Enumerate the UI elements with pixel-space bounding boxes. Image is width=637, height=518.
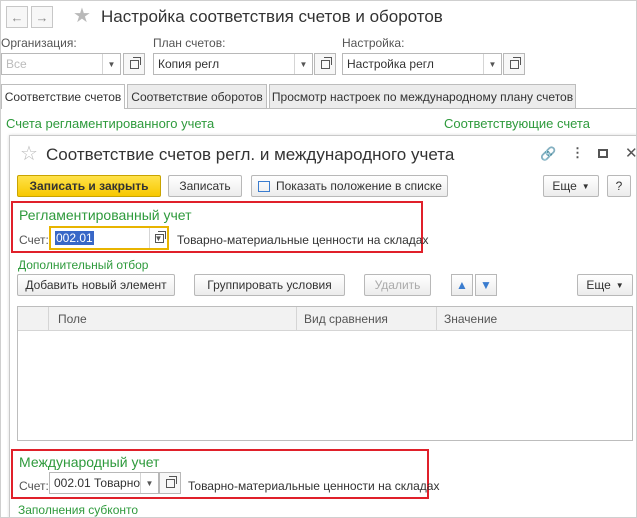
chevron-down-icon[interactable]: ▼ — [294, 54, 312, 74]
back-button[interactable]: ← — [6, 6, 28, 28]
tab-turnovers[interactable]: Соответствие оборотов — [127, 84, 267, 108]
open-icon — [165, 475, 177, 488]
link-icon[interactable]: 🔗 — [540, 146, 556, 162]
page-title: Настройка соответствия счетов и оборотов — [101, 7, 443, 26]
setting-select[interactable]: Настройка регл ▼ — [342, 53, 502, 75]
regl-account-open-button[interactable] — [149, 227, 169, 249]
move-up-button[interactable]: ▲ — [451, 274, 473, 296]
arrow-left-icon: ← — [10, 9, 24, 25]
tab-accounts[interactable]: Соответствие счетов — [1, 84, 125, 109]
plan-value: Копия регл — [158, 57, 220, 71]
column-header[interactable]: Поле — [58, 312, 87, 326]
regl-account-selected-text: 002.01 — [55, 231, 94, 245]
save-and-close-button[interactable]: Записать и закрыть — [17, 175, 161, 197]
intl-account-open-button[interactable] — [159, 472, 181, 494]
dialog-title: Соответствие счетов регл. и международно… — [46, 145, 455, 164]
subconto-title: Заполнения субконто — [18, 503, 139, 517]
tab-label: Соответствие счетов — [4, 90, 122, 104]
filter-table[interactable]: Поле Вид сравнения Значение — [17, 306, 633, 441]
intl-group-title: Международный учет — [19, 454, 160, 470]
regl-account-value: 002.01 — [51, 228, 149, 248]
org-label: Организация: — [1, 36, 77, 50]
chevron-down-icon[interactable]: ▼ — [102, 54, 120, 74]
add-element-button[interactable]: Добавить новый элемент — [17, 274, 175, 296]
chevron-down-icon[interactable]: ▼ — [140, 473, 158, 493]
tab-label: Просмотр настроек по международному план… — [271, 89, 574, 104]
plan-open-button[interactable] — [314, 53, 336, 75]
regl-group-title: Регламентированный учет — [19, 207, 192, 223]
regl-account-label: Счет: — [19, 233, 49, 247]
list-position-icon — [258, 180, 270, 192]
group-conditions-button[interactable]: Группировать условия — [194, 274, 345, 296]
section-right-title: Соответствующие счета — [444, 116, 590, 131]
star-icon[interactable]: ★ — [73, 6, 91, 26]
open-icon — [154, 230, 166, 243]
forward-button[interactable]: → — [31, 6, 53, 28]
intl-account-label: Счет: — [19, 479, 49, 493]
column-header[interactable]: Значение — [444, 312, 497, 326]
plan-label: План счетов: — [153, 36, 226, 50]
filter-title: Дополнительный отбор — [18, 258, 149, 272]
more-label: Еще — [552, 179, 577, 193]
open-icon — [509, 56, 521, 69]
arrow-right-icon: → — [35, 9, 49, 25]
show-in-list-label: Показать положение в списке — [276, 179, 442, 193]
chevron-down-icon: ▼ — [581, 181, 590, 191]
tab-intl-settings[interactable]: Просмотр настроек по международному план… — [269, 84, 576, 108]
column-header[interactable]: Вид сравнения — [304, 312, 388, 326]
open-icon — [129, 56, 141, 69]
save-button[interactable]: Записать — [168, 175, 242, 197]
arrow-up-icon: ▲ — [456, 278, 468, 292]
section-left-title: Счета регламентированного учета — [6, 116, 215, 131]
more-icon[interactable]: ⋮ — [571, 145, 584, 161]
show-in-list-button[interactable]: Показать положение в списке — [251, 175, 448, 197]
org-open-button[interactable] — [123, 53, 145, 75]
intl-account-field[interactable]: 002.01 Товарно- ▼ — [49, 472, 159, 494]
more-button[interactable]: Еще ▼ — [543, 175, 599, 197]
chevron-down-icon[interactable]: ▼ — [483, 54, 501, 74]
regl-account-name: Товарно-материальные ценности на складах — [177, 233, 429, 247]
open-icon — [320, 56, 332, 69]
org-select[interactable]: Все ▼ — [1, 53, 121, 75]
maximize-icon[interactable] — [598, 149, 608, 158]
table-header: Поле Вид сравнения Значение — [18, 307, 632, 331]
org-value: Все — [6, 57, 27, 71]
more-label: Еще — [586, 278, 611, 292]
setting-value: Настройка регл — [347, 57, 434, 71]
filter-more-button[interactable]: Еще ▼ — [577, 274, 633, 296]
close-icon[interactable]: ✕ — [625, 144, 636, 162]
setting-label: Настройка: — [342, 36, 405, 50]
setting-open-button[interactable] — [503, 53, 525, 75]
intl-account-name: Товарно-материальные ценности на складах — [188, 479, 440, 493]
delete-button[interactable]: Удалить — [364, 274, 431, 296]
move-down-button[interactable]: ▼ — [475, 274, 497, 296]
help-button[interactable]: ? — [607, 175, 631, 197]
chevron-down-icon: ▼ — [615, 280, 624, 290]
tab-label: Соответствие оборотов — [131, 89, 263, 104]
plan-select[interactable]: Копия регл ▼ — [153, 53, 313, 75]
intl-account-value: 002.01 Товарно- — [54, 476, 140, 490]
arrow-down-icon: ▼ — [480, 278, 492, 292]
star-icon[interactable]: ☆ — [20, 144, 38, 164]
